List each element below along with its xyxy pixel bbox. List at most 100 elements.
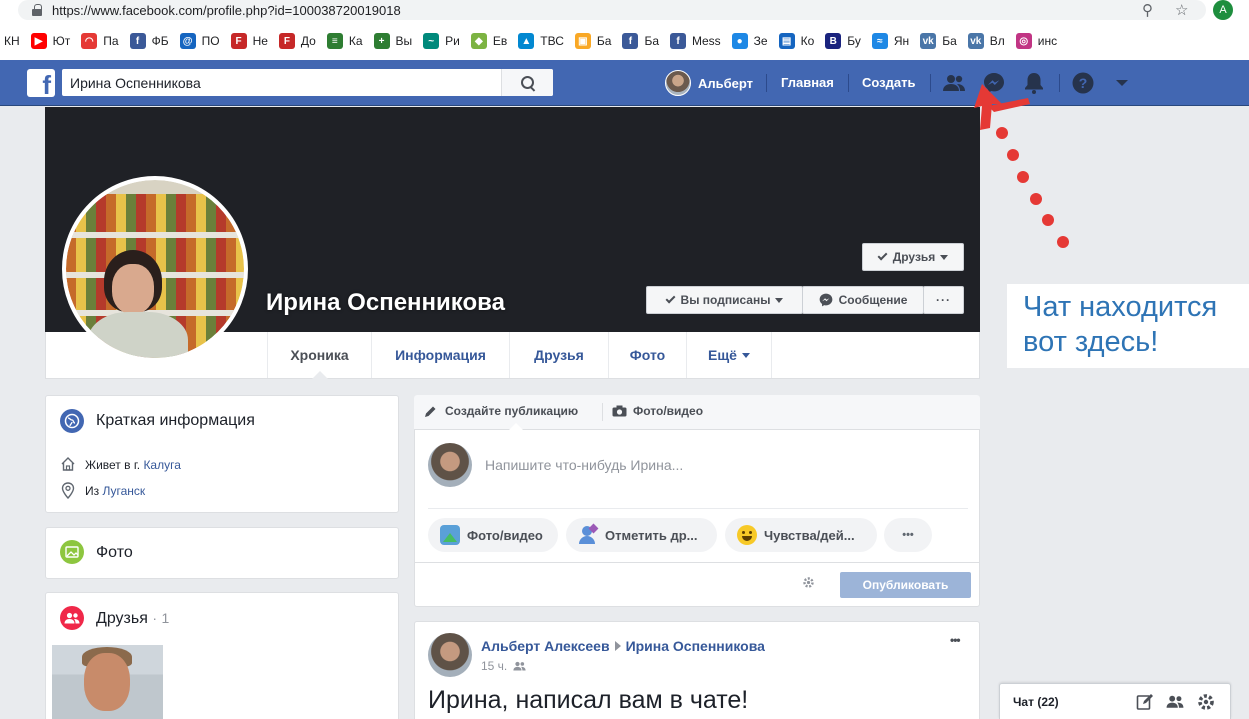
tab-friends[interactable]: Друзья: [509, 332, 608, 378]
chevron-down-icon: [940, 254, 949, 260]
bookmark-item[interactable]: ◠ Па: [81, 33, 119, 49]
friends-title[interactable]: Друзья: [96, 610, 148, 627]
lock-icon: [32, 4, 42, 16]
gear-icon[interactable]: [802, 576, 815, 592]
tab-timeline[interactable]: Хроника: [267, 332, 371, 379]
bookmark-item[interactable]: F Не: [230, 33, 268, 49]
facebook-top-bar: f Альберт Главная Создать ?: [0, 60, 1249, 106]
bookmark-item[interactable]: f Ба: [622, 33, 659, 49]
more-options-button[interactable]: •••: [884, 518, 932, 552]
create-group-icon[interactable]: [1166, 694, 1184, 709]
from-city-link[interactable]: Луганск: [102, 484, 145, 498]
bookmark-item[interactable]: B Бу: [825, 33, 861, 49]
post-meta: 15 ч.: [481, 659, 526, 673]
browser-profile-avatar[interactable]: A: [1213, 0, 1233, 20]
post-author-link[interactable]: Альберт Алексеев: [481, 638, 610, 654]
photo-video-tab[interactable]: Фото/видео: [612, 404, 703, 418]
tab-about[interactable]: Информация: [371, 332, 509, 378]
tab-more[interactable]: Ещё: [686, 332, 772, 378]
nav-user-profile[interactable]: Альберт: [665, 70, 753, 96]
profile-picture[interactable]: [62, 176, 248, 362]
profile-more-button[interactable]: ···: [923, 286, 964, 314]
nav-divider: [848, 74, 849, 92]
feeling-activity-button[interactable]: Чувства/дей...: [725, 518, 877, 552]
publish-button[interactable]: Опубликовать: [840, 572, 971, 598]
message-button[interactable]: Сообщение: [802, 286, 924, 314]
messenger-icon: [819, 293, 832, 307]
bookmark-label: Вл: [989, 34, 1005, 48]
bookmark-item[interactable]: ≡ Ка: [326, 33, 363, 49]
search-box: [62, 69, 553, 96]
bookmark-label: Mess: [692, 34, 721, 48]
search-input[interactable]: [62, 69, 501, 96]
tag-friends-button[interactable]: Отметить др...: [566, 518, 717, 552]
bookmark-item[interactable]: ▣ Ба: [574, 33, 611, 49]
bookmark-label: Ко: [800, 34, 815, 48]
friend-requests-icon[interactable]: [943, 72, 965, 94]
photo-video-button[interactable]: Фото/видео: [428, 518, 558, 552]
photos-title[interactable]: Фото: [96, 544, 133, 562]
url-field[interactable]: https://www.facebook.com/profile.php?id=…: [18, 0, 1206, 20]
bookmark-item[interactable]: ◆ Ев: [470, 33, 507, 49]
bookmark-item[interactable]: ▶ Ют: [30, 33, 71, 49]
chat-settings-gear-icon[interactable]: [1197, 693, 1215, 711]
bookmark-item[interactable]: vk Вл: [967, 33, 1005, 49]
bookmark-item[interactable]: @ ПО: [179, 33, 220, 49]
bookmark-item[interactable]: + Вы: [373, 33, 412, 49]
star-icon[interactable]: ☆: [1175, 1, 1188, 19]
bookmark-label: ПО: [201, 34, 220, 48]
friends-audience-icon[interactable]: [513, 661, 526, 671]
account-menu-chevron-down-icon[interactable]: [1111, 72, 1133, 94]
bookmark-item[interactable]: КН: [4, 34, 20, 48]
bookmark-label: Ют: [52, 34, 71, 48]
bookmark-label: Ба: [644, 34, 659, 48]
bookmark-label: Бу: [847, 34, 861, 48]
tab-photos[interactable]: Фото: [608, 332, 686, 378]
tab-label: Информация: [395, 347, 486, 363]
facebook-logo-icon[interactable]: f: [27, 69, 55, 97]
smiley-icon: [737, 525, 757, 545]
bookmark-item[interactable]: ● Зе: [731, 33, 768, 49]
bookmark-item[interactable]: ▤ Ко: [778, 33, 815, 49]
intro-title: Краткая информация: [96, 412, 255, 429]
profile-photo-image: [66, 180, 244, 358]
avatar: [665, 70, 691, 96]
nav-create-link[interactable]: Создать: [862, 75, 915, 90]
bookmark-item[interactable]: f Mess: [670, 33, 721, 49]
bookmark-item[interactable]: ◎ инс: [1015, 33, 1057, 49]
bookmark-item[interactable]: ~ Ри: [423, 33, 460, 49]
bookmark-item[interactable]: vk Ба: [920, 33, 957, 49]
post-timestamp[interactable]: 15 ч.: [481, 659, 507, 673]
globe-icon: ●: [731, 33, 748, 49]
bookmark-item[interactable]: ≈ Ян: [871, 33, 910, 49]
create-post-tab[interactable]: Создайте публикацию: [424, 404, 578, 418]
tag-friends-label: Отметить др...: [605, 527, 698, 543]
post-target-link[interactable]: Ирина Оспенникова: [626, 638, 765, 654]
bookmark-item[interactable]: ▲ ТВС: [518, 33, 564, 49]
avatar[interactable]: [428, 633, 472, 677]
post-menu-button[interactable]: •••: [950, 633, 961, 647]
nav-user-name: Альберт: [698, 75, 754, 91]
lives-in-city-link[interactable]: Калуга: [143, 458, 180, 472]
help-icon[interactable]: ?: [1072, 72, 1094, 94]
triangle-icon: ▲: [518, 33, 535, 49]
instagram-icon: ◎: [1015, 33, 1032, 49]
bookmark-item[interactable]: F До: [278, 33, 316, 49]
friends-status-button[interactable]: Друзья: [862, 243, 964, 271]
chat-sidebar-bar[interactable]: Чат (22): [999, 683, 1231, 719]
zoom-icon[interactable]: ⚲: [1142, 1, 1153, 19]
friends-dot: ·: [152, 610, 158, 626]
following-button[interactable]: Вы подписаны: [646, 286, 803, 314]
tab-label: Фото: [629, 347, 666, 363]
bookmark-item[interactable]: f ФБ: [129, 33, 169, 49]
search-button[interactable]: [501, 69, 553, 96]
composer-input[interactable]: Напишите что-нибудь Ирина...: [485, 457, 683, 473]
bookmark-label: Ян: [893, 34, 910, 48]
nav-divider: [930, 74, 931, 92]
avatar[interactable]: [428, 443, 472, 487]
friend-thumbnail[interactable]: [52, 645, 163, 719]
annotation-callout: Чат находится вот здесь!: [1007, 284, 1249, 368]
new-message-icon[interactable]: [1136, 693, 1154, 711]
nav-home-link[interactable]: Главная: [781, 75, 834, 90]
letter-f-icon: F: [278, 33, 295, 49]
